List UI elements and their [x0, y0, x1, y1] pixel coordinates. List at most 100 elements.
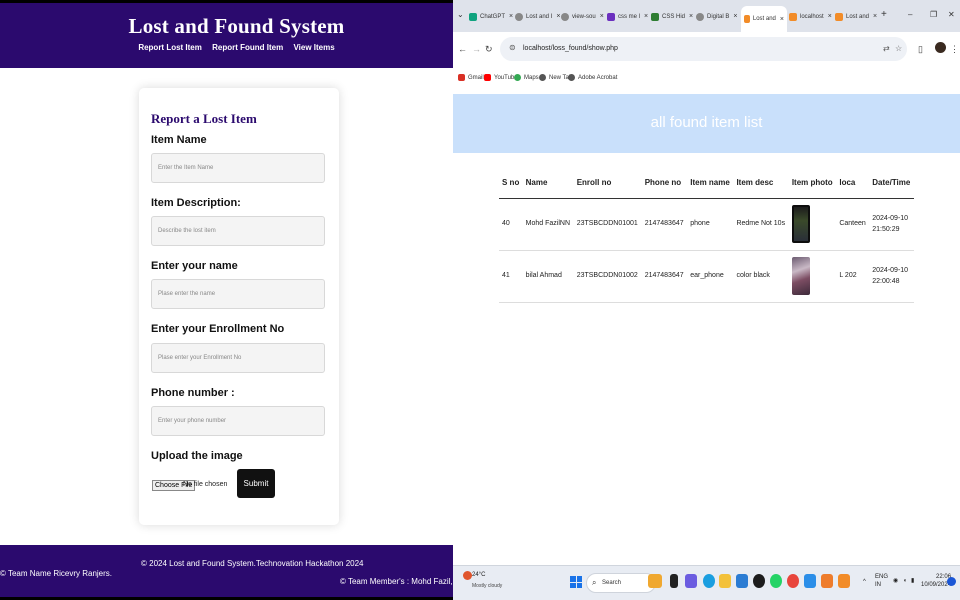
windows-start-icon[interactable] — [570, 576, 582, 588]
bookmark-gmail[interactable]: Gmail — [458, 74, 484, 81]
battery-icon[interactable]: ▮ — [911, 578, 914, 586]
cell-sno: 40 — [499, 198, 523, 251]
taskbar-search[interactable]: ⌕ Search — [586, 573, 656, 593]
close-icon[interactable]: × — [689, 13, 693, 20]
site-footer: © 2024 Lost and Found System.Technovatio… — [0, 545, 453, 597]
close-icon[interactable]: × — [509, 13, 513, 20]
table-row: 41 bilal Ahmad 23TSBCDDN01002 2147483647… — [499, 250, 914, 303]
footer-members: © Team Member's : Mohd Fazil, Bila — [340, 577, 453, 586]
language-indicator[interactable]: ENG IN — [875, 574, 888, 590]
cell-phone: 2147483647 — [641, 198, 688, 251]
maximize-icon[interactable]: ❐ — [930, 10, 937, 19]
col-name: Name — [522, 168, 574, 199]
xampp-icon[interactable] — [838, 574, 850, 588]
tab-lost-and-3[interactable]: Lost and × — [835, 8, 881, 25]
tab-localhost[interactable]: localhost × — [789, 8, 835, 25]
chatgpt-favicon-icon — [469, 12, 477, 21]
cell-photo — [788, 198, 837, 251]
sublime-icon[interactable] — [821, 574, 833, 588]
cell-date: 2024-09-10 — [872, 266, 909, 274]
copilot-icon[interactable] — [685, 574, 697, 588]
site-nav: Report Lost Item Report Found Item View … — [0, 43, 453, 52]
back-arrow-icon[interactable]: ← — [458, 44, 467, 54]
close-icon[interactable]: × — [556, 13, 560, 20]
maps-pin-icon — [514, 74, 521, 81]
close-icon[interactable]: × — [644, 13, 648, 20]
item-name-input[interactable]: Enter the Item Name — [151, 153, 325, 183]
enrollment-input[interactable]: Plase enter your Enrollment No — [151, 343, 325, 373]
store-icon[interactable] — [736, 574, 748, 588]
tab-css-hide[interactable]: CSS Hid × — [651, 8, 697, 25]
vscode-icon[interactable] — [804, 574, 816, 588]
xampp-favicon-icon — [789, 12, 797, 21]
close-icon[interactable]: × — [600, 13, 604, 20]
tray-chevron-icon[interactable]: ^ — [863, 579, 866, 587]
cell-datetime: 2024-09-10 21:50:29 — [869, 198, 914, 251]
edge-icon[interactable] — [703, 574, 715, 588]
task-view-icon[interactable] — [670, 574, 678, 588]
close-icon[interactable]: × — [828, 13, 832, 20]
new-tab-plus-icon[interactable]: + — [881, 9, 887, 20]
file-explorer-icon[interactable] — [719, 574, 731, 588]
cell-photo — [788, 250, 837, 303]
notification-icon[interactable] — [947, 577, 956, 586]
profile-avatar[interactable] — [935, 42, 946, 53]
phone-input[interactable]: Enter your phone number — [151, 406, 325, 436]
wifi-icon[interactable]: ◉ — [893, 578, 898, 586]
table-header-row: S no Name Enroll no Phone no Item name I… — [499, 168, 914, 199]
close-icon[interactable]: × — [873, 13, 877, 20]
forward-arrow-icon[interactable]: → — [472, 44, 481, 54]
tab-css-me[interactable]: css me l × — [607, 8, 653, 25]
bookmark-star-icon[interactable]: ☆ — [895, 44, 902, 53]
left-page: Lost and Found System Report Lost Item R… — [0, 0, 453, 600]
xampp-favicon-icon — [744, 15, 750, 23]
tab-view-source[interactable]: view-sou × — [561, 8, 607, 25]
col-item-photo: Item photo — [788, 168, 837, 199]
nav-view-items[interactable]: View Items — [293, 43, 334, 52]
tab-strip: ⌄ ChatGPT × Lost and I × view-sou × css me … — [453, 0, 960, 32]
search-highlight-icon[interactable] — [648, 574, 662, 588]
globe-icon — [539, 74, 546, 81]
cell-name: bilal Ahmad — [522, 250, 574, 303]
bookmark-adobe-acrobat[interactable]: Adobe Acrobat — [568, 74, 617, 81]
windows-taskbar: 24°C Mostly cloudy ⌕ Search ^ ENGIN ◉ ◖ — [453, 565, 960, 600]
tab-search-chevron-icon[interactable]: ⌄ — [457, 10, 464, 19]
submit-button[interactable]: Submit — [237, 469, 275, 498]
translate-icon[interactable]: ⇄ — [883, 44, 890, 53]
found-items-banner: all found item list — [453, 94, 960, 153]
cell-item-desc: color black — [733, 250, 789, 303]
obs-icon[interactable] — [753, 574, 765, 588]
cell-datetime: 2024-09-10 22:00:48 — [869, 250, 914, 303]
cell-time: 21:50:29 — [872, 226, 900, 233]
volume-icon[interactable]: ◖ — [903, 578, 907, 586]
minimize-icon[interactable]: – — [908, 10, 912, 19]
name-input[interactable]: Plase enter the name — [151, 279, 325, 309]
tab-chatgpt[interactable]: ChatGPT × — [469, 8, 519, 25]
weather-icon[interactable] — [463, 571, 472, 580]
tab-digital[interactable]: Digital B × — [696, 8, 742, 25]
reload-icon[interactable]: ↻ — [485, 44, 493, 55]
globe-icon — [561, 12, 569, 21]
tab-lost-and-active[interactable]: Lost and × — [741, 6, 787, 32]
url-text: localhost/loss_found/show.php — [523, 45, 618, 52]
close-icon[interactable]: × — [733, 13, 737, 20]
enrollment-label: Enter your Enrollment No — [151, 323, 285, 335]
tab-label: css me l — [618, 13, 641, 20]
bookmark-youtube[interactable]: YouTube — [484, 74, 518, 81]
address-bar[interactable]: ⊜ localhost/loss_found/show.php ⇄ ☆ — [500, 37, 907, 61]
whatsapp-icon[interactable] — [770, 574, 782, 588]
globe-icon — [515, 12, 523, 21]
extensions-icon[interactable]: ▯ — [918, 44, 923, 55]
chrome-icon[interactable] — [787, 574, 799, 588]
bookmark-maps[interactable]: Maps — [514, 74, 539, 81]
item-name-label: Item Name — [151, 134, 207, 146]
tab-lost-and-1[interactable]: Lost and I × — [515, 8, 561, 25]
nav-report-found[interactable]: Report Found Item — [212, 43, 283, 52]
item-photo-phone — [791, 205, 810, 243]
close-window-icon[interactable]: ✕ — [948, 10, 955, 19]
menu-kebab-icon[interactable]: ⋮ — [950, 44, 959, 55]
tab-label: ChatGPT — [480, 13, 506, 20]
item-desc-input[interactable]: Describe the lost item — [151, 216, 325, 246]
nav-report-lost[interactable]: Report Lost Item — [138, 43, 202, 52]
close-icon[interactable]: × — [780, 16, 784, 23]
